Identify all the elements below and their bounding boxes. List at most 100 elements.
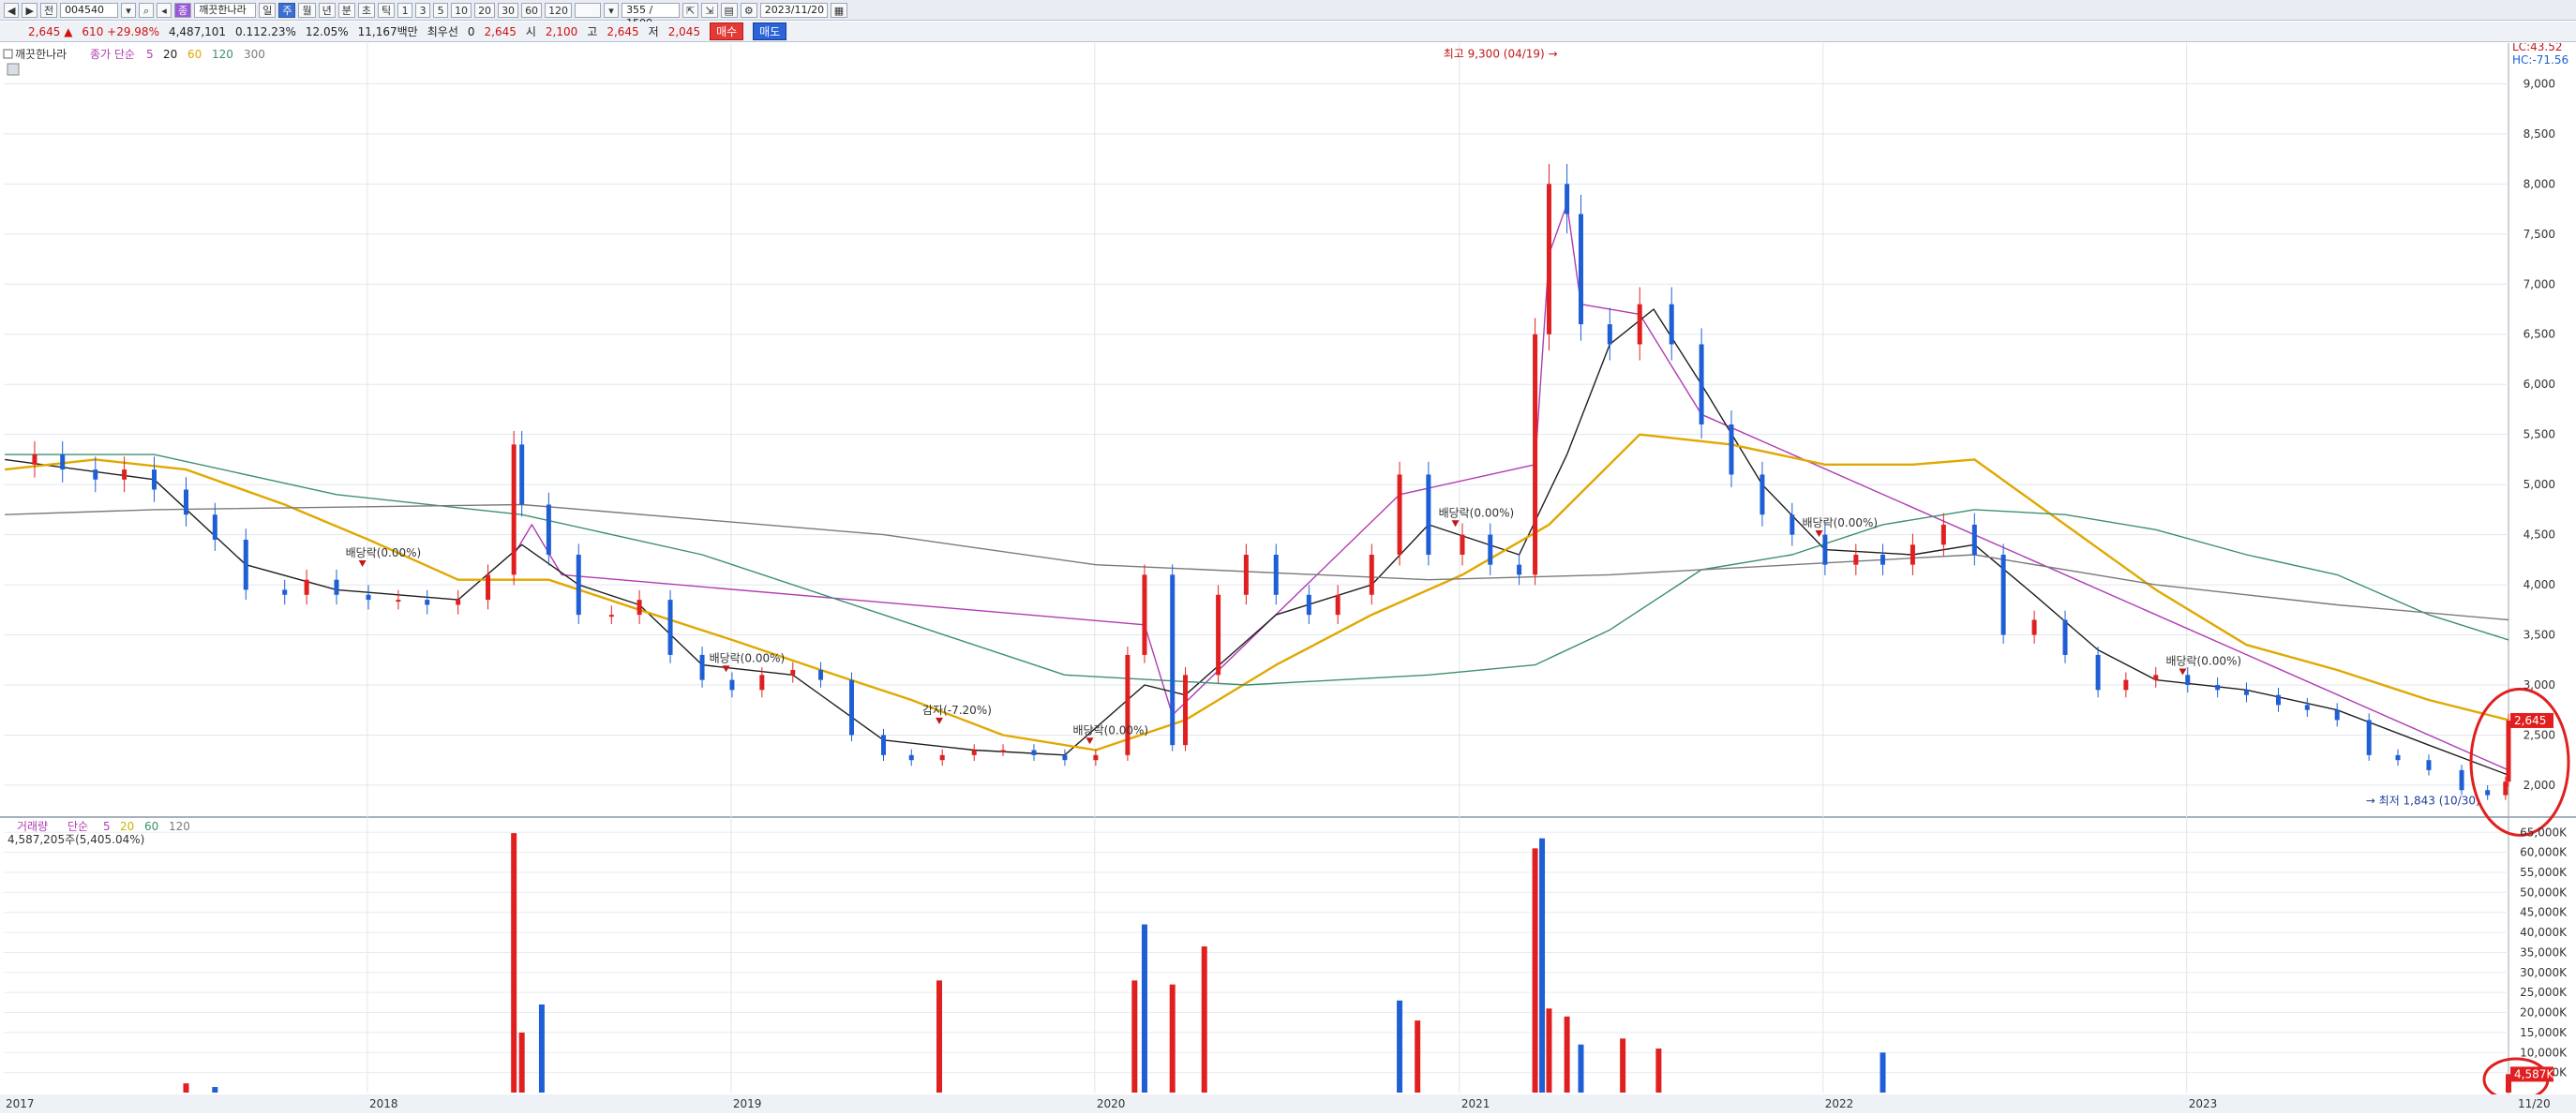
candle-body — [2153, 675, 2159, 680]
period-second-button[interactable]: 초 — [357, 2, 375, 18]
period-tick-button[interactable]: 틱 — [377, 2, 396, 18]
volume-value: 4,487,101 — [168, 24, 227, 38]
code-input[interactable]: 004540 — [60, 2, 119, 18]
minute-10-button[interactable]: 10 — [451, 2, 472, 18]
candle-body — [2031, 619, 2037, 635]
buy-button[interactable]: 매수 — [710, 22, 744, 40]
high-annotation: 최고 9,300 (04/19) → — [1444, 47, 1558, 60]
price-legend-ma-120: 120 — [212, 48, 233, 61]
volume-tick-label: 40,000K — [2520, 926, 2568, 939]
minute-30-button[interactable]: 30 — [498, 2, 519, 18]
candle-body — [790, 669, 796, 676]
event-annotation: 배당락(0.00%) — [1073, 723, 1149, 737]
price-tick-label: 8,000 — [2524, 177, 2555, 190]
period-year-button[interactable]: 년 — [318, 2, 336, 18]
save-icon[interactable]: ▤ — [720, 2, 738, 18]
volume-legend-ma-20: 20 — [120, 820, 134, 833]
custom-period-input[interactable] — [575, 2, 602, 18]
candle-body — [2459, 769, 2464, 791]
volume-tick-label: 15,000K — [2520, 1026, 2568, 1039]
candle-body — [1426, 474, 1431, 555]
candle-body — [1031, 750, 1037, 755]
candle-body — [2485, 790, 2491, 796]
minute-1-button[interactable]: 1 — [397, 2, 413, 18]
calendar-icon[interactable]: ▦ — [830, 2, 848, 18]
code-dropdown-icon[interactable]: ▾ — [121, 2, 137, 18]
candle-body — [576, 554, 581, 616]
candle-body — [456, 600, 461, 605]
period-day-button[interactable]: 일 — [259, 2, 277, 18]
forward-button[interactable]: ▶ — [22, 2, 37, 18]
search-icon[interactable]: ⌕ — [139, 2, 155, 18]
open-label: 시 — [525, 25, 536, 38]
event-annotation: 배당락(0.00%) — [710, 651, 786, 664]
candle-body — [1790, 514, 1795, 535]
minute-20-button[interactable]: 20 — [474, 2, 496, 18]
speaker-icon[interactable]: ◂ — [157, 2, 172, 18]
price-tick-label: 2,000 — [2524, 779, 2555, 792]
candle-body — [608, 615, 614, 618]
candle-body — [939, 754, 945, 761]
price-legend-ma-20: 20 — [163, 48, 177, 61]
minute-60-button[interactable]: 60 — [521, 2, 543, 18]
candle-body — [1699, 344, 1704, 424]
change-value: 610 — [82, 24, 104, 38]
candle-body — [1760, 474, 1765, 515]
candle-body — [546, 504, 551, 555]
candle-body — [1460, 534, 1465, 555]
candle-body — [519, 444, 525, 505]
date-tick-label: 2023 — [2189, 1097, 2218, 1110]
candle-body — [1546, 184, 1551, 335]
candle-body — [1488, 534, 1493, 565]
candle-body — [2062, 619, 2068, 655]
volume-tick-label: 60,000K — [2520, 846, 2568, 859]
candle-body — [880, 735, 886, 755]
current-price-tag: 2,645 — [2514, 714, 2546, 727]
minute-3-button[interactable]: 3 — [415, 2, 431, 18]
gear-icon[interactable]: ⚙ — [740, 2, 757, 18]
volume-bar — [1141, 924, 1147, 1093]
volume-legend-ma-120: 120 — [169, 820, 190, 833]
volume-legend-ma-label: 단순 — [67, 820, 88, 833]
stock-name-field[interactable]: 깨끗한나라 — [194, 2, 257, 18]
candle-body — [1822, 534, 1828, 565]
volume-bar — [1169, 984, 1176, 1093]
chart-area[interactable]: 최고 9,300 (04/19) → → 최저 1,843 (10/30) 배당락(… — [0, 40, 2576, 1113]
back-button[interactable]: ◀ — [4, 2, 20, 18]
date-field[interactable]: 2023/11/20 — [759, 2, 828, 18]
volume-tick-label: 35,000K — [2520, 945, 2568, 959]
candle-body — [818, 669, 824, 680]
volume-tick-label: 25,000K — [2520, 986, 2568, 999]
low-price: 2,045 — [667, 24, 701, 38]
minute-5-button[interactable]: 5 — [433, 2, 449, 18]
minute-120-button[interactable]: 120 — [545, 2, 573, 18]
zoom-out-icon[interactable]: ⇲ — [701, 2, 718, 18]
candle-body — [1000, 750, 1006, 752]
date-tick-label: 2021 — [1461, 1097, 1490, 1110]
period-week-button[interactable]: 주 — [278, 2, 296, 18]
market-prefix[interactable]: 전 — [39, 2, 58, 18]
sell-button[interactable]: 매도 — [753, 22, 787, 40]
legend-box-icon — [3, 49, 13, 59]
candle-body — [1142, 574, 1147, 655]
candle-body — [1397, 474, 1402, 555]
candle-body — [1565, 184, 1570, 215]
candle-body — [699, 654, 705, 680]
date-tick-label: 2018 — [369, 1097, 398, 1110]
event-annotation: 감자(-7.20%) — [922, 704, 992, 717]
period-dropdown-icon[interactable]: ▾ — [604, 2, 620, 18]
candle-body — [971, 750, 977, 755]
stock-chart[interactable]: 최고 9,300 (04/19) → → 최저 1,843 (10/30) 배당락(… — [0, 40, 2576, 1113]
volume-bar — [538, 1004, 545, 1093]
candle-body — [1637, 304, 1642, 345]
zoom-in-icon[interactable]: ⇱ — [682, 2, 699, 18]
period-month-button[interactable]: 월 — [298, 2, 316, 18]
stock-badge-icon: 종 — [174, 2, 192, 18]
period-minute-button[interactable]: 분 — [337, 2, 355, 18]
lc-label: LC:43.52 — [2512, 43, 2562, 53]
candle-body — [60, 454, 66, 470]
volume-tick-label: 50,000K — [2520, 885, 2568, 899]
high-price: 2,645 — [607, 24, 639, 38]
candle-body — [759, 675, 765, 691]
range-field[interactable]: 355 / 1500 — [622, 2, 681, 29]
